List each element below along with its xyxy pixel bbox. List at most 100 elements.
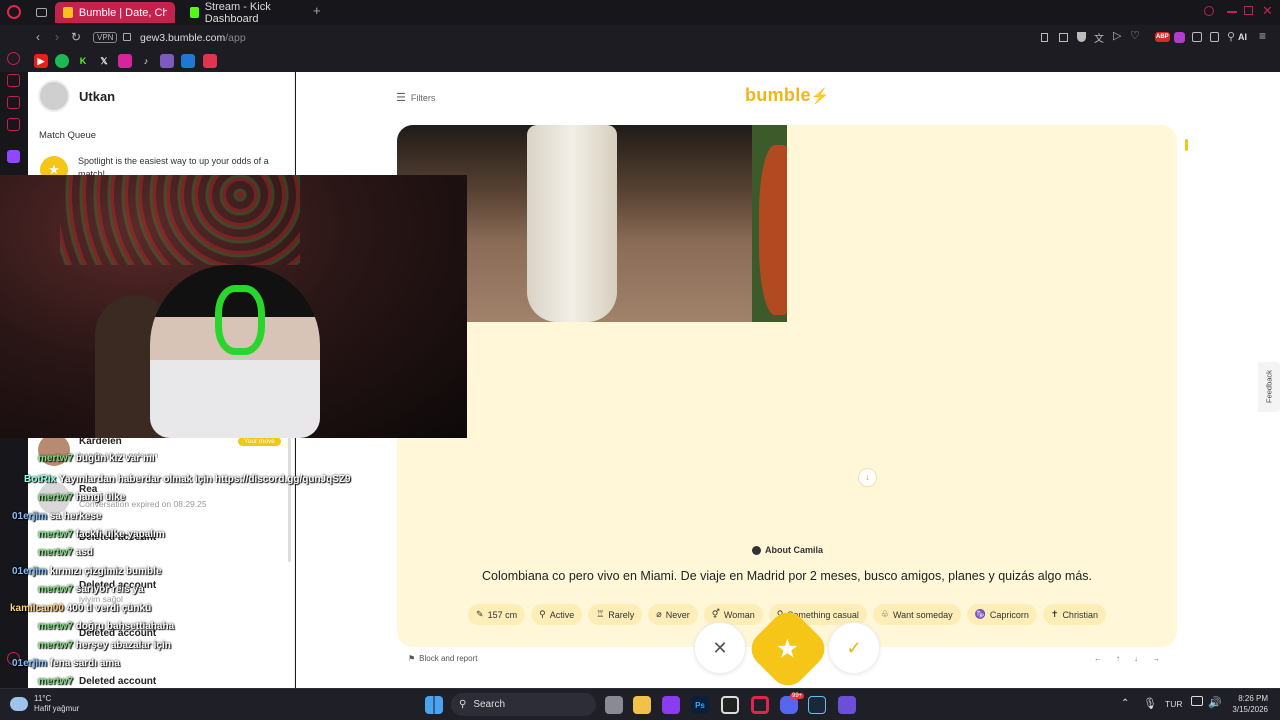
tiktok-icon[interactable]: ♪ xyxy=(139,54,153,68)
forward-icon[interactable]: › xyxy=(55,30,59,44)
weather-temp: 11°C xyxy=(34,694,52,703)
gender-icon: ⚥ xyxy=(711,609,720,619)
opera-logo-icon[interactable] xyxy=(7,5,21,19)
profile-name[interactable]: Utkan xyxy=(79,89,115,104)
maximize-button[interactable] xyxy=(1244,6,1253,15)
twitch-icon[interactable] xyxy=(160,54,174,68)
chat-message: BotRix Yayınlardan haberdar olmak için h… xyxy=(24,474,351,485)
network-icon[interactable] xyxy=(1191,696,1203,706)
filters-button[interactable]: ☰ Filters xyxy=(396,91,435,104)
vpn-badge[interactable]: VPN xyxy=(93,32,118,43)
spotify-icon[interactable] xyxy=(55,54,69,68)
sidebar-twitch-icon[interactable] xyxy=(7,150,20,163)
kick-icon[interactable]: K xyxy=(76,54,90,68)
opera-taskbar-icon[interactable] xyxy=(751,696,769,714)
play-icon[interactable]: ▷ xyxy=(1113,29,1121,42)
your-move-badge: Your move xyxy=(238,437,281,446)
app-circle-icon[interactable] xyxy=(838,696,856,714)
search-label: Search xyxy=(473,699,506,710)
instagram-icon[interactable] xyxy=(118,54,132,68)
sidebar-shopping-icon[interactable] xyxy=(7,74,20,87)
avatar[interactable] xyxy=(38,80,70,112)
app-purple-icon[interactable] xyxy=(662,696,680,714)
zodiac-icon: ♑ xyxy=(974,609,986,619)
stream-chat: mertw7 bugün kız var mı BotRix Yayınlard… xyxy=(0,453,360,688)
tab-kick[interactable]: Stream - Kick Dashboard xyxy=(182,1,310,25)
language-indicator[interactable]: TUR xyxy=(1165,699,1182,709)
chat-text: fena sardı ama xyxy=(49,658,120,669)
chat-text: doğru bahsettiahaha xyxy=(75,621,175,632)
mic-icon[interactable]: 🎙 xyxy=(1143,697,1157,710)
tab-label: Bumble | Date, Chat, Meet xyxy=(78,6,167,19)
sidebar-history-icon[interactable] xyxy=(7,52,20,65)
chat-message: mertw7 sarıyor reis ya xyxy=(38,584,144,595)
pass-button[interactable]: ✕ xyxy=(694,622,746,674)
sidebar-messenger-icon[interactable] xyxy=(7,96,20,109)
extension-red-icon[interactable] xyxy=(203,54,217,68)
bookmark-icon[interactable] xyxy=(1041,33,1048,42)
block-report-link[interactable]: ⚑ Block and report xyxy=(408,654,477,663)
about-icon xyxy=(752,545,761,555)
chat-message: mertw7 asd xyxy=(38,547,93,558)
search-tabs-icon[interactable] xyxy=(1204,6,1214,16)
filters-label: Filters xyxy=(410,92,436,103)
back-icon[interactable]: ‹ xyxy=(36,30,40,44)
clock[interactable]: 8:26 PM 3/15/2026 xyxy=(1228,693,1268,715)
obs-icon[interactable] xyxy=(721,696,739,714)
chat-text: fackfi ülke yapalım xyxy=(75,529,165,540)
photoshop-icon[interactable]: Ps xyxy=(691,696,709,714)
scroll-down-icon[interactable]: ↓ xyxy=(858,468,877,487)
youtube-icon[interactable]: ▶ xyxy=(34,54,48,68)
minimize-button[interactable] xyxy=(1227,11,1237,13)
x-icon[interactable]: 𝕏 xyxy=(97,54,111,68)
adblock-icon[interactable]: ABP xyxy=(1155,32,1170,42)
menu-icon[interactable]: ≡ xyxy=(1259,29,1266,43)
headset-icon xyxy=(215,285,265,355)
match-queue-title: Match Queue xyxy=(39,130,97,141)
chat-message: mertw7 bugün kız var mı xyxy=(38,453,155,464)
steam-icon[interactable] xyxy=(808,696,826,714)
volume-icon[interactable]: 🔊 xyxy=(1208,696,1222,709)
keyboard-hints: ← ↑ ↓ → xyxy=(1094,654,1160,663)
file-explorer-icon[interactable] xyxy=(633,696,651,714)
account-icon[interactable]: ⚲ xyxy=(1227,30,1235,43)
card-scrollbar[interactable] xyxy=(1185,139,1188,151)
task-view-icon[interactable] xyxy=(605,696,623,714)
chat-text: bugün kız var mı xyxy=(75,453,155,464)
chat-user: mertw7 xyxy=(38,453,74,464)
about-title: About Camila xyxy=(765,545,824,555)
url-field[interactable]: gew3.bumble.com/app xyxy=(140,32,246,44)
profile-bio: Colombiana co pero vivo en Miami. De via… xyxy=(481,569,1093,583)
reload-icon[interactable]: ↻ xyxy=(71,30,81,44)
weather-widget[interactable]: 11°C Hafif yağmur xyxy=(10,694,79,714)
translate-icon[interactable]: 文 xyxy=(1094,30,1104,45)
start-icon[interactable] xyxy=(425,696,443,714)
chip-smoking: ⌀ Never xyxy=(648,604,698,625)
chip-label: 157 cm xyxy=(487,609,518,620)
chat-message: mertw7 xyxy=(38,676,73,687)
extensions-icon[interactable] xyxy=(1192,32,1202,42)
chat-text: Yayınlardan haberdar olmak için https://… xyxy=(58,474,351,485)
close-window-button[interactable]: ✕ xyxy=(1262,3,1273,19)
chip-label: Active xyxy=(549,609,575,620)
search-icon: ⚲ xyxy=(459,699,467,710)
like-button[interactable]: ✓ xyxy=(828,622,880,674)
workspaces-icon[interactable] xyxy=(36,8,47,17)
new-tab-button[interactable]: + xyxy=(313,4,325,17)
outlook-icon[interactable] xyxy=(181,54,195,68)
tab-bumble[interactable]: Bumble | Date, Chat, Meet xyxy=(55,2,175,23)
extension-purple-icon[interactable] xyxy=(1174,32,1185,43)
heart-icon[interactable]: ♡ xyxy=(1130,29,1140,42)
search-box[interactable]: ⚲ Search xyxy=(451,693,596,716)
chip-religion: ✝ Christian xyxy=(1042,604,1106,625)
chip-height: ✎ 157 cm xyxy=(468,604,526,625)
share-icon[interactable] xyxy=(1210,32,1219,42)
webcam-overlay xyxy=(0,175,467,438)
tray-chevron-icon[interactable]: ⌃ xyxy=(1121,698,1129,709)
shield-icon[interactable] xyxy=(1077,32,1086,42)
chat-text: sa herkese xyxy=(49,511,102,522)
snapshot-icon[interactable] xyxy=(1059,33,1068,42)
sidebar-mail-icon[interactable] xyxy=(7,118,20,131)
ai-button[interactable]: AI xyxy=(1238,32,1247,42)
feedback-tab[interactable]: Feedback xyxy=(1258,362,1280,412)
